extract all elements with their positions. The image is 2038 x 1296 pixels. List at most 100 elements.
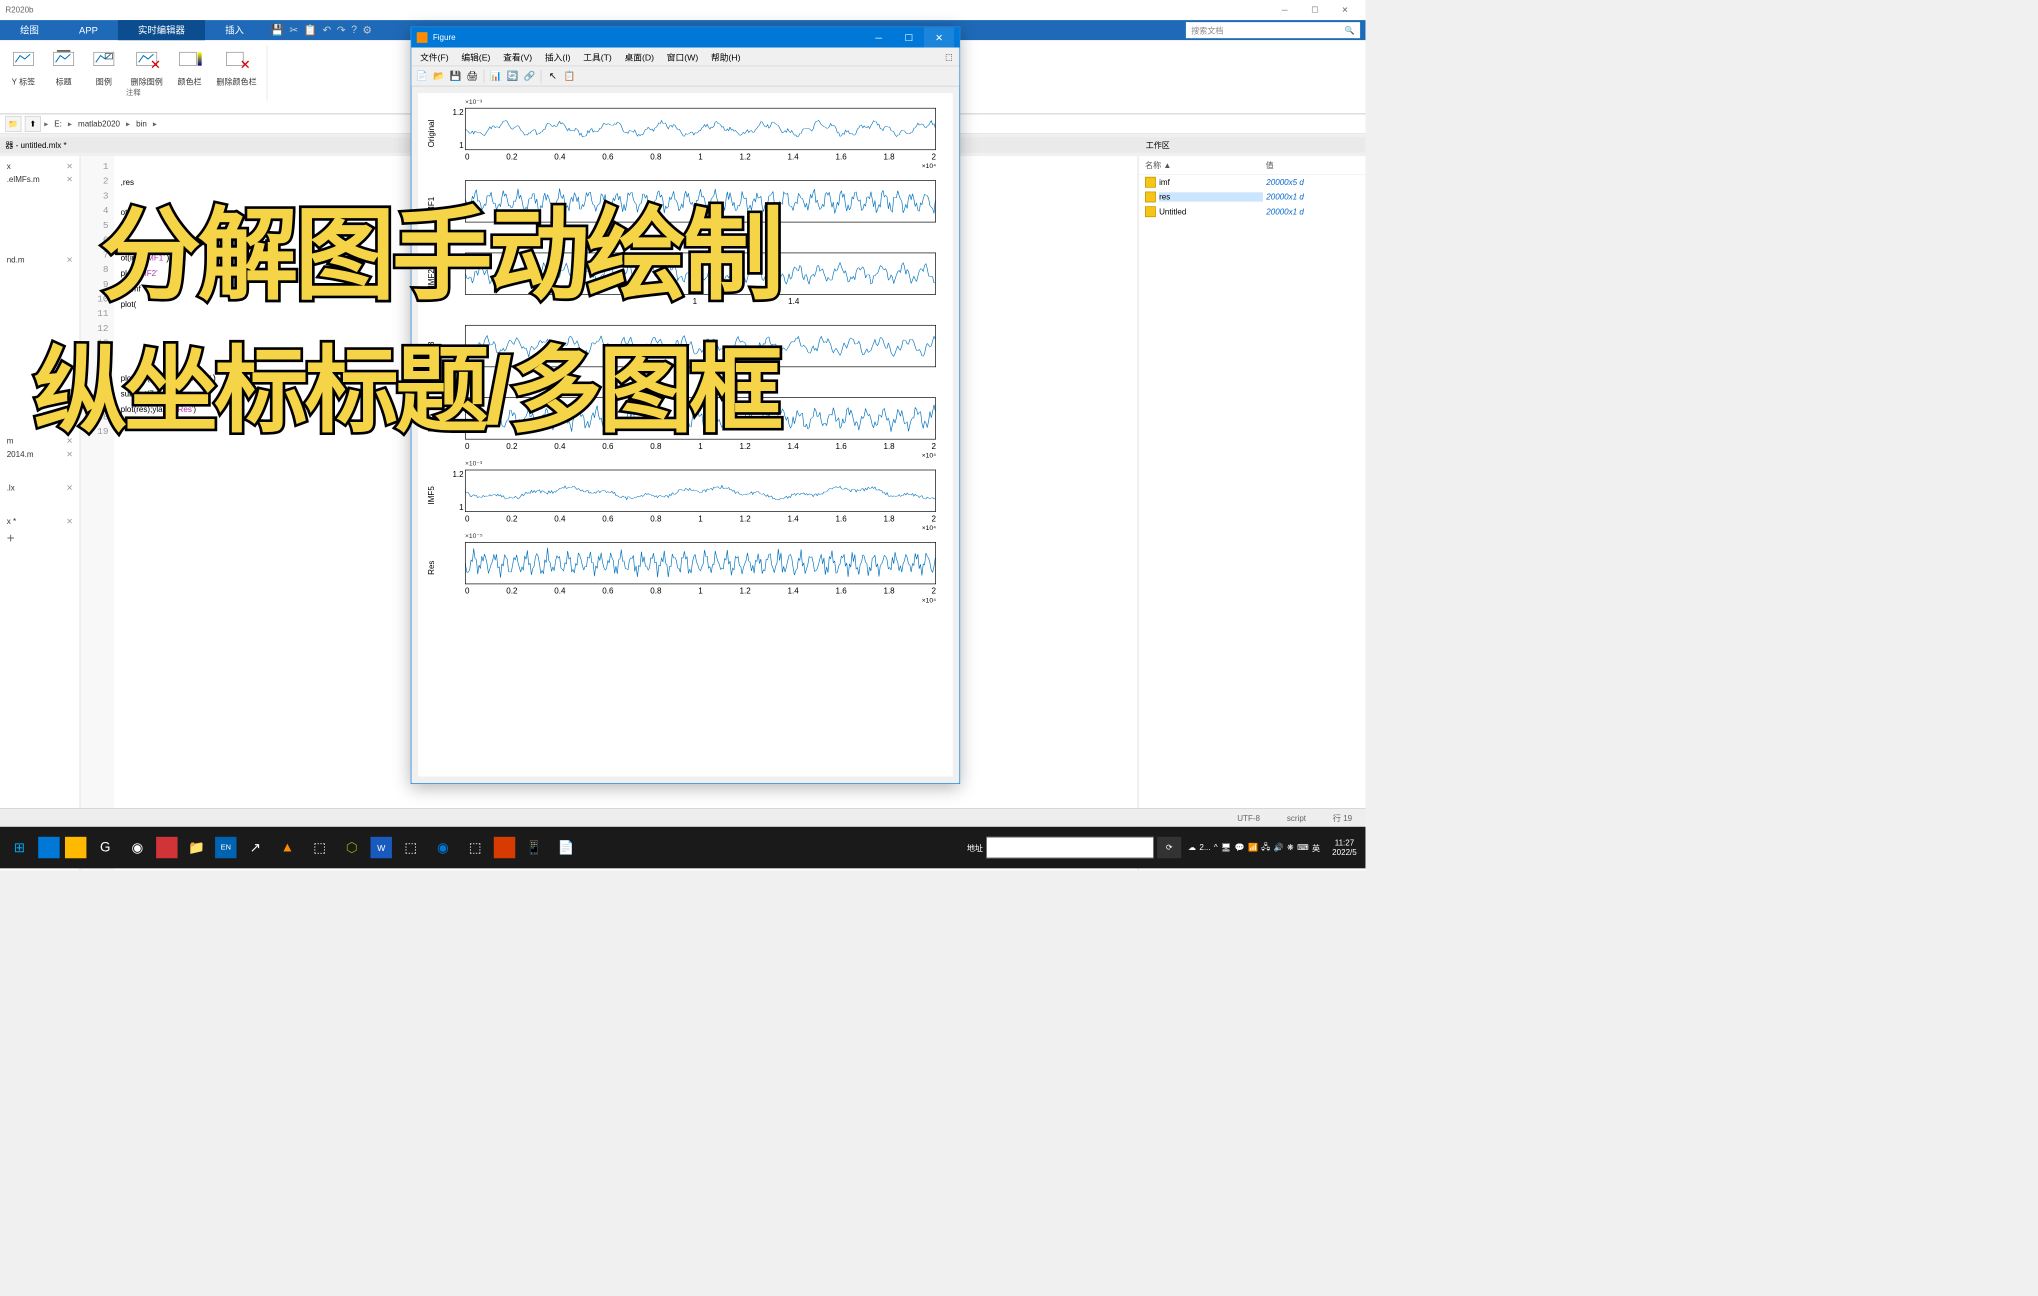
menu-file[interactable]: 文件(F) [415,48,454,65]
taskbar-app-icon[interactable]: ⬡ [336,831,368,863]
file-item[interactable]: x✕ [3,159,76,172]
delete-colorbar-icon [223,46,250,73]
legend-button[interactable]: 图例 [90,46,117,88]
undo-icon[interactable]: ↶ [322,23,331,36]
network-icon[interactable]: 🖧 [1261,841,1270,855]
tab-app[interactable]: APP [59,20,118,40]
weather-icon[interactable]: ☁ [1188,843,1196,852]
search-docs-input[interactable]: 搜索文档 🔍 [1186,22,1360,38]
dock-icon[interactable]: ⬚ [942,50,956,63]
taskbar-app-icon[interactable]: ◉ [121,831,153,863]
delete-legend-button[interactable]: 删除图例 [131,46,163,88]
taskbar-app-icon[interactable]: ⬚ [395,831,427,863]
menu-edit[interactable]: 编辑(E) [456,48,496,65]
add-file-button[interactable]: + [3,528,76,550]
subplot-ylabel: IMF4 [421,389,441,456]
status-encoding: UTF-8 [1231,813,1267,822]
file-item[interactable]: x *✕ [3,515,76,528]
taskbar-app-icon[interactable]: EN [215,837,236,858]
figure-window[interactable]: Figure ─ ☐ ✕ 文件(F) 编辑(E) 查看(V) 插入(I) 工具(… [411,27,960,784]
path-folder-1[interactable]: matlab2020 [75,119,122,128]
copy-icon[interactable]: 📋 [304,23,317,36]
menu-window[interactable]: 窗口(W) [661,48,703,65]
file-item[interactable]: .elMFs.m✕ [3,173,76,186]
figure-maximize-button[interactable]: ☐ [894,27,924,47]
figure-minimize-button[interactable]: ─ [864,27,894,47]
minimize-button[interactable]: ─ [1270,0,1300,20]
maximize-button[interactable]: ☐ [1300,0,1330,20]
file-item[interactable]: nd.m✕ [3,253,76,266]
word-icon[interactable]: W [371,837,392,858]
insert-icon[interactable]: 📋 [562,69,577,84]
tray-expand-icon[interactable]: ^ [1214,843,1218,852]
help-icon[interactable]: ? [351,24,357,36]
taskbar-app-icon[interactable]: 📱 [518,831,550,863]
volume-icon[interactable]: 🔊 [1274,843,1284,852]
taskbar-app-icon[interactable]: 📄 [550,831,582,863]
refresh-button[interactable]: ⟳ [1157,837,1181,858]
ime-indicator[interactable]: 英 [1312,842,1320,853]
editor-tab-name[interactable]: 器 - untitled.mlx * [5,139,66,150]
file-item[interactable]: m✕ [3,434,76,447]
col-value-header[interactable]: 值 [1266,159,1274,170]
search-placeholder: 搜索文档 [1191,24,1223,35]
taskbar-address-input[interactable] [986,837,1154,858]
title-button[interactable]: 标题 [50,46,77,88]
print-icon[interactable]: 🖨 [465,69,480,84]
delete-colorbar-button[interactable]: 删除颜色栏 [216,46,256,88]
close-button[interactable]: ✕ [1330,0,1360,20]
figure-close-button[interactable]: ✕ [924,27,954,47]
taskbar-app-icon[interactable] [156,837,177,858]
tray-icon[interactable]: 🖥 [1221,843,1231,852]
save-icon[interactable]: 💾 [448,69,463,84]
cut-icon[interactable]: ✂ [289,23,298,36]
keyboard-icon[interactable]: ⌨ [1297,843,1309,852]
figure-titlebar[interactable]: Figure ─ ☐ ✕ [411,27,959,47]
link-icon[interactable]: 🔗 [522,69,537,84]
folder-back-icon[interactable]: 📁 [5,116,21,132]
pointer-icon[interactable]: ↖ [545,69,560,84]
ylabel-button[interactable]: Y 标签 [10,46,37,88]
taskbar-app-icon[interactable]: G [89,831,121,863]
menu-help[interactable]: 帮助(H) [706,48,746,65]
workspace-var-row[interactable]: res 20000x1 d [1138,190,1365,205]
menu-view[interactable]: 查看(V) [498,48,538,65]
new-figure-icon[interactable]: 📄 [415,69,430,84]
col-name-header[interactable]: 名称 ▲ [1145,159,1266,170]
tray-icon[interactable]: 📶 [1248,843,1258,852]
datatip-icon[interactable]: 📊 [488,69,503,84]
tab-live-editor[interactable]: 实时编辑器 [118,20,205,40]
folder-up-icon[interactable]: ⬆ [25,116,41,132]
wechat-icon[interactable]: 💬 [1235,843,1245,852]
workspace-var-row[interactable]: Untitled 20000x1 d [1138,204,1365,219]
matlab-taskbar-icon[interactable]: ▲ [271,831,303,863]
menu-insert[interactable]: 插入(I) [540,48,576,65]
save-icon[interactable]: 💾 [271,23,284,36]
taskbar-app-icon[interactable]: ⬚ [304,831,336,863]
weather-text[interactable]: 2... [1199,843,1210,852]
file-item[interactable]: .lx✕ [3,481,76,494]
taskbar-app-icon[interactable] [38,837,59,858]
taskbar-app-icon[interactable] [494,837,515,858]
tray-icon[interactable]: ❋ [1287,843,1294,852]
redo-icon[interactable]: ↷ [337,23,346,36]
file-explorer-icon[interactable]: 📁 [180,831,212,863]
taskbar-app-icon[interactable] [65,837,86,858]
tab-plot[interactable]: 绘图 [0,20,59,40]
taskbar-app-icon[interactable]: ⬚ [459,831,491,863]
open-icon[interactable]: 📂 [431,69,446,84]
colorbar-button[interactable]: 颜色栏 [176,46,203,88]
menu-desktop[interactable]: 桌面(D) [619,48,659,65]
taskbar-clock[interactable]: 11:27 2022/5 [1327,838,1362,857]
menu-tools[interactable]: 工具(T) [578,48,617,65]
edge-icon[interactable]: ◉ [427,831,459,863]
start-button[interactable]: ⊞ [3,831,35,863]
rotate-icon[interactable]: 🔄 [505,69,520,84]
file-item[interactable]: 2014.m✕ [3,448,76,461]
taskbar-app-icon[interactable]: ↗ [239,831,271,863]
tab-insert[interactable]: 插入 [205,20,264,40]
workspace-var-row[interactable]: imf 20000x5 d [1138,175,1365,190]
settings-icon[interactable]: ⚙ [362,23,372,36]
path-drive[interactable]: E: [52,119,65,128]
path-folder-2[interactable]: bin [133,119,149,128]
